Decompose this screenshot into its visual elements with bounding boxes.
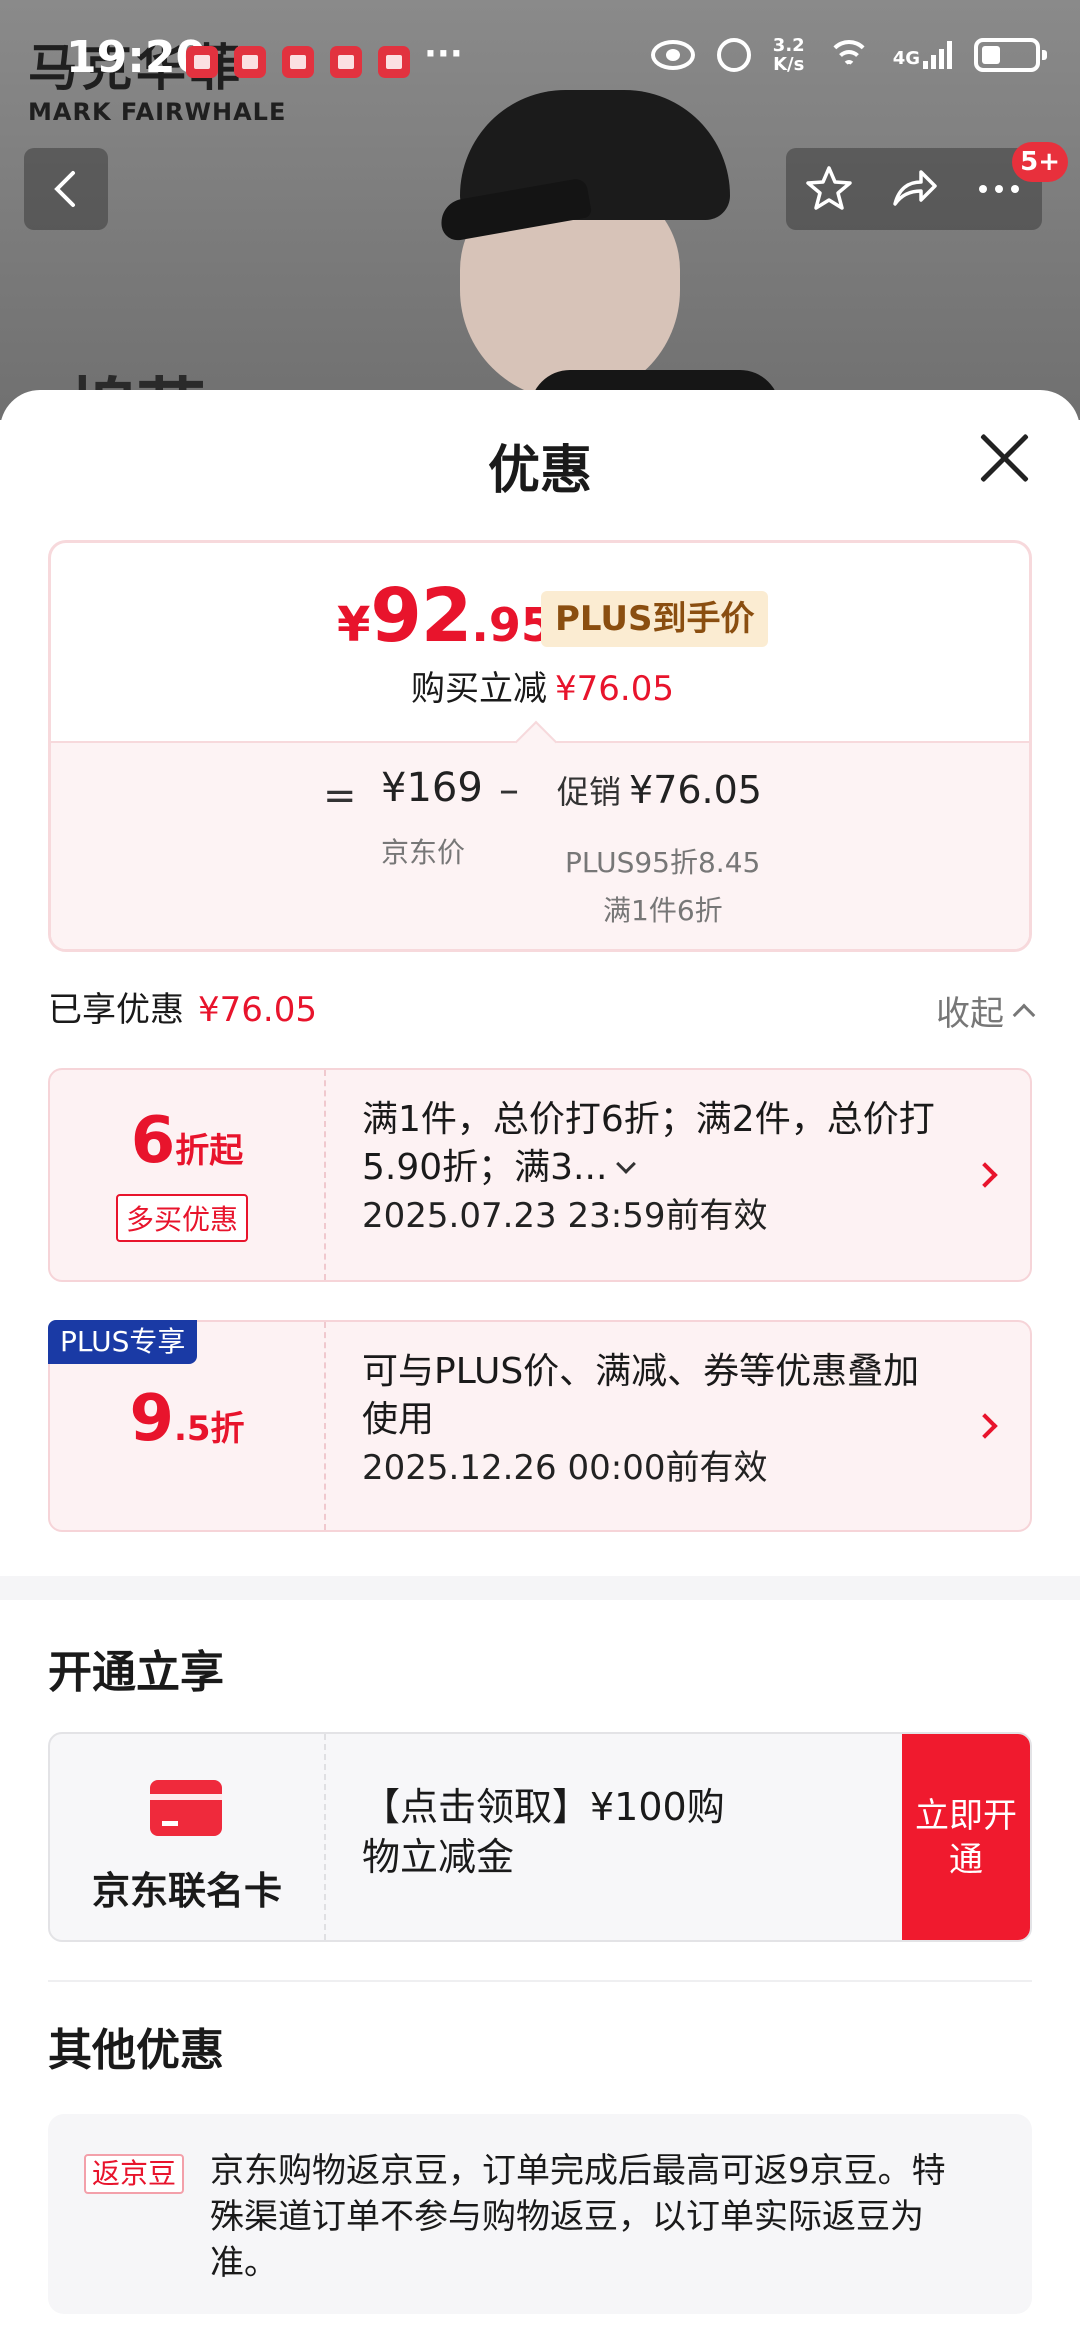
share-icon[interactable]	[889, 164, 939, 214]
alarm-icon	[716, 38, 751, 72]
enjoyed-discount: 已享优惠 ¥76.05	[48, 990, 317, 1030]
jd-price: ¥169	[381, 765, 483, 811]
discount-sheet: 优惠 ¥ 92 .95 PLUS到手价 购买立减 ¥76.05 = ¥169 京东…	[0, 390, 1080, 2340]
multi-buy-tag: 多买优惠	[116, 1194, 249, 1242]
divider-line	[48, 1980, 1032, 1982]
open-section-title: 开通立享	[48, 1647, 224, 1698]
section-divider	[0, 1576, 1080, 1600]
network-speed: 3.2 K/s	[772, 35, 805, 75]
jd-price-label: 京东价	[381, 836, 466, 869]
card-icon	[150, 1780, 222, 1836]
discount-value: 9.5折	[129, 1382, 245, 1456]
equals-sign: =	[323, 773, 357, 819]
notification-icon	[282, 46, 314, 78]
wifi-icon	[826, 38, 871, 72]
card-offer-text: 【点击领取】¥100购物立减金	[362, 1785, 725, 1879]
chevron-right-icon	[972, 1162, 998, 1188]
open-now-button[interactable]: 立即开通	[902, 1734, 1030, 1940]
message-count-badge: 5+	[1012, 142, 1068, 182]
minus-sign: –	[499, 767, 519, 813]
top-action-group	[786, 148, 1042, 230]
plus-price-tag: PLUS到手价	[541, 591, 769, 647]
eye-comfort-icon	[650, 40, 695, 70]
promo-detail-multi: 满1件6折	[603, 894, 723, 927]
collapse-button[interactable]: 收起	[936, 986, 1036, 1035]
notification-icon	[186, 46, 218, 78]
sheet-title: 优惠	[487, 441, 592, 501]
plus-exclusive-tag: PLUS专享	[48, 1320, 198, 1364]
battery-icon	[974, 38, 1047, 72]
model-photo	[420, 70, 780, 420]
expand-chevron-icon[interactable]	[616, 1154, 637, 1174]
notification-icon	[330, 46, 362, 78]
bean-description: 京东购物返京豆，订单完成后最高可返9京豆。特殊渠道订单不参与购物返豆，以订单实际…	[210, 2151, 946, 2283]
coupon-validity: 2025.07.23 23:59前有效	[362, 1196, 768, 1236]
notification-icon	[378, 46, 410, 78]
bean-tag: 返京豆	[84, 2154, 185, 2194]
price-breakdown-card: ¥ 92 .95 PLUS到手价 购买立减 ¥76.05 = ¥169 京东价 –…	[48, 540, 1032, 952]
other-section-title: 其他优惠	[48, 2025, 224, 2076]
back-icon	[54, 171, 75, 207]
cellular-signal-icon: 4G	[893, 41, 952, 69]
back-button[interactable]	[24, 148, 108, 230]
notification-icon	[234, 46, 266, 78]
star-icon[interactable]	[804, 164, 854, 214]
promo-amount: 促销 ¥76.05	[557, 768, 762, 812]
close-icon[interactable]	[976, 430, 1032, 486]
final-price: ¥ 92 .95	[337, 573, 553, 659]
coupon-validity: 2025.12.26 00:00前有效	[362, 1448, 768, 1488]
chevron-up-icon	[1012, 1003, 1036, 1026]
chevron-right-icon	[972, 1413, 998, 1439]
coupon-description: 满1件，总价打6折；满2件，总价打5.90折；满3...	[362, 1099, 935, 1188]
coupon-plus[interactable]: PLUS专享 9.5折 可与PLUS价、满减、券等优惠叠加使用 2025.12.…	[48, 1320, 1032, 1532]
discount-value: 6折起	[130, 1104, 244, 1178]
jd-bean-reward: 返京豆 京东购物返京豆，订单完成后最高可返9京豆。特殊渠道订单不参与购物返豆，以…	[48, 2114, 1032, 2314]
card-name: 京东联名卡	[91, 1869, 282, 1913]
more-notifications-icon: ···	[424, 34, 463, 74]
promo-detail-plus: PLUS95折8.45	[565, 846, 761, 879]
coupon-multi-buy[interactable]: 6折起 多买优惠 满1件，总价打6折；满2件，总价打5.90折；满3... 20…	[48, 1068, 1032, 1282]
coupon-description: 可与PLUS价、满减、券等优惠叠加使用	[362, 1351, 920, 1440]
buy-reduce-line: 购买立减 ¥76.05	[411, 669, 674, 709]
cobrand-card-offer[interactable]: 京东联名卡 【点击领取】¥100购物立减金 立即开通	[48, 1732, 1032, 1942]
status-bar: 19:20 ··· 3.2 K/s 4G	[0, 0, 1080, 120]
